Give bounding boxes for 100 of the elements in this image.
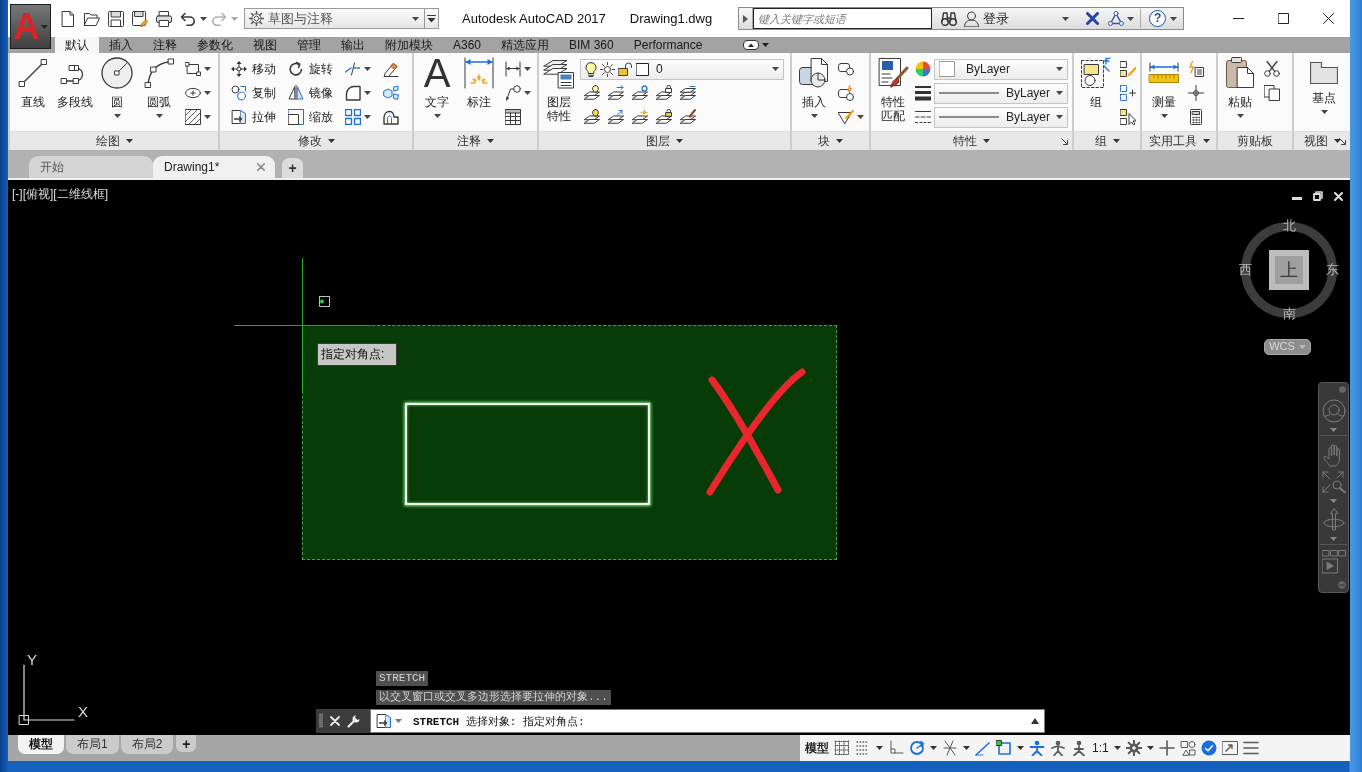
bracket-arrow-icon[interactable]: [505, 61, 521, 77]
insert-tool-button[interactable]: 插入: [796, 57, 832, 118]
binoculars-icon[interactable]: [941, 11, 958, 26]
ribbon-tab[interactable]: BIM 360: [559, 37, 624, 53]
eraser-icon[interactable]: [383, 61, 399, 77]
panel-title-button[interactable]: 特性: [871, 131, 1072, 150]
shapes-icon[interactable]: [1179, 740, 1196, 756]
ribbon-tab[interactable]: 默认: [55, 37, 99, 53]
ribbon-tab[interactable]: 参数化: [187, 37, 243, 53]
hatched-square-icon[interactable]: [185, 109, 201, 125]
snap-square-icon[interactable]: [996, 740, 1012, 756]
rounded-shapes-icon[interactable]: [838, 61, 854, 77]
fullscreen-icon[interactable]: [1221, 740, 1238, 756]
visual-style-menu[interactable]: [二维线框]: [53, 187, 108, 202]
search-field[interactable]: 键入关键字或短语: [753, 8, 933, 29]
ribbon-tab[interactable]: 附加模块: [375, 37, 443, 53]
paste-tool-button[interactable]: 粘贴: [1222, 57, 1258, 118]
rotate-tool-button[interactable]: 旋转: [288, 61, 333, 77]
caret-icon[interactable]: [1062, 16, 1070, 21]
workspace-dropdown[interactable]: 草图与注释: [244, 8, 425, 29]
four-squares-icon[interactable]: [345, 109, 361, 125]
caret-icon[interactable]: [762, 43, 770, 47]
rectangle-icon[interactable]: [185, 61, 201, 77]
new-layout-button[interactable]: +: [176, 735, 197, 752]
panel-title-button[interactable]: 图层: [539, 131, 790, 150]
viewport-controls-menu[interactable]: [-]: [12, 187, 23, 202]
grip-icon[interactable]: [319, 713, 323, 729]
caret-icon[interactable]: [524, 91, 531, 95]
layer-dropdown[interactable]: 0: [580, 58, 784, 80]
stretch-tool-button[interactable]: 拉伸: [231, 109, 276, 125]
layout-tab[interactable]: 布局2: [120, 735, 174, 754]
polyline-tool-button[interactable]: 多段线: [55, 57, 95, 109]
maximize-icon[interactable]: [1278, 13, 1289, 24]
annotation-scale-button[interactable]: 1:1: [1092, 740, 1109, 756]
triangle-up-icon[interactable]: [1031, 718, 1039, 724]
caret-icon[interactable]: [963, 746, 970, 750]
cross-logo-icon[interactable]: [1086, 12, 1100, 25]
dimension-tool-button[interactable]: 标注: [459, 57, 499, 109]
move-tool-button[interactable]: 移动: [231, 61, 276, 77]
undo-icon[interactable]: [180, 11, 196, 26]
circle-tool-button[interactable]: 圆: [97, 57, 137, 118]
triangle-nodes-icon[interactable]: [1108, 11, 1125, 26]
caret-icon[interactable]: [204, 91, 211, 95]
caret-icon[interactable]: [364, 67, 371, 71]
caret-icon[interactable]: [1146, 746, 1154, 750]
rounded-corner-icon[interactable]: [345, 85, 361, 101]
file-tab[interactable]: 开始: [29, 156, 153, 178]
layers-bulb-icon[interactable]: [584, 85, 600, 101]
triangle-pencil-icon[interactable]: [838, 109, 854, 125]
new-file-icon[interactable]: [60, 10, 76, 27]
right-angle-icon[interactable]: [888, 740, 904, 756]
lightning-list-icon[interactable]: [1188, 61, 1204, 77]
color-dropdown[interactable]: ByLayer: [934, 58, 1068, 80]
panel-title-button[interactable]: 注释: [414, 131, 537, 150]
group-tool-button[interactable]: 组: [1078, 57, 1114, 109]
viewcube-top-face[interactable]: 上: [1269, 250, 1309, 290]
printer-icon[interactable]: [156, 10, 172, 27]
layers-lock-icon[interactable]: [656, 85, 672, 101]
copy-pages-icon[interactable]: [1264, 85, 1280, 101]
ribbon-tab[interactable]: 输出: [331, 37, 375, 53]
ribbon-tab[interactable]: 精选应用: [491, 37, 560, 53]
layer-properties-tool-button[interactable]: 图层特性: [541, 57, 577, 123]
layers-arrow-icon[interactable]: [608, 109, 624, 125]
caret-icon[interactable]: [876, 746, 883, 750]
match-properties-tool-button[interactable]: 特性匹配: [875, 57, 911, 123]
caret-icon[interactable]: [1170, 16, 1178, 21]
plus-icon[interactable]: [1158, 740, 1175, 756]
layout-tab[interactable]: 布局1: [66, 735, 119, 754]
shapes-lightning-icon[interactable]: [838, 85, 854, 101]
compass-north-label[interactable]: 北: [1282, 219, 1296, 233]
line-style-dropdown[interactable]: ByLayer: [934, 82, 1068, 104]
open-folder-icon[interactable]: [84, 10, 100, 27]
new-tab-button[interactable]: +: [282, 158, 303, 178]
grid-icon[interactable]: [834, 740, 850, 756]
sign-in-button[interactable]: 登录: [964, 10, 1010, 27]
layers-sun-icon[interactable]: [632, 109, 648, 125]
panel-title-button[interactable]: 实用工具: [1142, 131, 1216, 150]
squares-pencil-icon[interactable]: [1120, 61, 1136, 77]
customize-toolbar-button[interactable]: [425, 8, 439, 29]
text-tool-button[interactable]: A 文字: [417, 57, 457, 118]
caret-icon[interactable]: [364, 91, 371, 95]
file-tab[interactable]: Drawing1*: [153, 156, 275, 178]
crosshair-point-icon[interactable]: [1188, 85, 1204, 101]
settings-icon[interactable]: [1125, 740, 1142, 756]
close-icon[interactable]: [1323, 13, 1334, 24]
line-tool-button[interactable]: 直线: [13, 57, 53, 109]
panel-title-button[interactable]: 修改: [220, 131, 412, 150]
ellipse-icon[interactable]: [185, 85, 201, 101]
layers-stack-icon[interactable]: [680, 85, 696, 101]
page-arrow-icon[interactable]: [376, 713, 392, 729]
layers-ring-icon[interactable]: [632, 85, 648, 101]
viewport-close-icon[interactable]: [1334, 192, 1343, 201]
caret-icon[interactable]: [204, 67, 211, 71]
table-icon[interactable]: [505, 109, 521, 125]
caret-icon[interactable]: [200, 16, 207, 21]
viewport-restore-icon[interactable]: [1313, 191, 1323, 201]
squares-plus-icon[interactable]: [1120, 85, 1136, 101]
base-point-tool-button[interactable]: 基点: [1304, 57, 1344, 114]
ribbon-tab[interactable]: 视图: [243, 37, 287, 53]
cut-line-icon[interactable]: [345, 61, 361, 77]
